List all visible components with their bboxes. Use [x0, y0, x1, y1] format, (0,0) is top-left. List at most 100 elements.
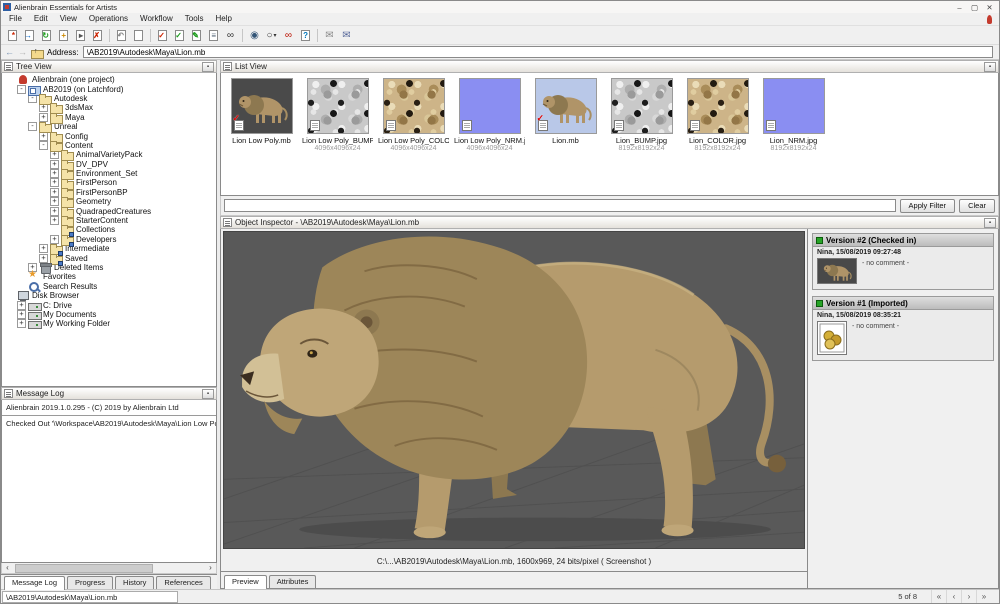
message-log-hscrollbar[interactable]: ‹ › — [1, 563, 217, 574]
edit-file-icon[interactable]: ✎ — [188, 27, 205, 43]
import-file-icon[interactable]: → — [21, 27, 38, 43]
tree-item-maya[interactable]: +Maya — [2, 113, 216, 122]
copy-file-icon[interactable]: ≡ — [205, 27, 222, 43]
new-file-icon[interactable]: * — [4, 27, 21, 43]
refresh-icon[interactable]: ↻ — [38, 27, 55, 43]
menu-workflow[interactable]: Workflow — [134, 13, 179, 25]
thumbnail-lion-bump-jpg[interactable]: Lion_BUMP.jpg8192x8192x24 — [606, 78, 677, 153]
tree-item-my-working-folder[interactable]: +My Working Folder — [2, 319, 216, 328]
expand-icon[interactable]: + — [50, 169, 59, 178]
tab-preview[interactable]: Preview — [224, 575, 267, 589]
close-button[interactable]: ✕ — [982, 2, 997, 13]
menu-view[interactable]: View — [54, 13, 83, 25]
tree-item-search-results[interactable]: Search Results — [2, 282, 216, 291]
maximize-button[interactable]: ▢ — [967, 2, 982, 13]
forward-icon[interactable]: → — [18, 46, 27, 58]
version-header[interactable]: Version #2 (Checked in) — [813, 234, 993, 247]
collapse-icon[interactable]: - — [39, 141, 48, 150]
tree-item-dv-dpv[interactable]: +DV_DPV — [2, 160, 216, 169]
expand-icon[interactable]: + — [17, 310, 26, 319]
clear-filter-button[interactable]: Clear — [959, 199, 995, 213]
tab-attributes[interactable]: Attributes — [269, 575, 317, 588]
thumbnail-lion-mb[interactable]: ✓Lion.mb — [530, 78, 601, 153]
expand-icon[interactable]: + — [50, 178, 59, 187]
next-page-button[interactable]: › — [961, 590, 976, 603]
view-eye-icon[interactable]: ◉ — [246, 27, 263, 43]
message-log-menu-button[interactable]: ▪ — [202, 389, 214, 399]
tree-item-firstpersonbp[interactable]: +FirstPersonBP — [2, 188, 216, 197]
tree-item-quadrapedcreatures[interactable]: +QuadrapedCreatures — [2, 206, 216, 215]
first-page-button[interactable]: « — [931, 590, 946, 603]
menu-operations[interactable]: Operations — [83, 13, 134, 25]
filter-input[interactable] — [224, 199, 896, 212]
mail-find-icon[interactable]: ✉ — [338, 27, 355, 43]
collapse-icon[interactable]: - — [17, 85, 26, 94]
tab-message-log[interactable]: Message Log — [4, 576, 65, 590]
check-in-icon[interactable]: ✓ — [171, 27, 188, 43]
expand-icon[interactable]: + — [39, 244, 48, 253]
tree-item-saved[interactable]: +Saved — [2, 253, 216, 262]
tree-item-firstperson[interactable]: +FirstPerson — [2, 178, 216, 187]
apply-filter-button[interactable]: Apply Filter — [900, 199, 956, 213]
prev-page-button[interactable]: ‹ — [946, 590, 961, 603]
help-doc-icon[interactable]: ? — [297, 27, 314, 43]
menu-file[interactable]: File — [3, 13, 28, 25]
menu-tools[interactable]: Tools — [179, 13, 210, 25]
thumbnail-lion-low-poly-bump[interactable]: Lion Low Poly_BUMP...4096x4096x24 — [302, 78, 373, 153]
expand-icon[interactable]: + — [50, 160, 59, 169]
blank-doc-icon[interactable] — [130, 27, 147, 43]
thumbnail-lion-low-poly-colo[interactable]: Lion Low Poly_COLO...4096x4096x24 — [378, 78, 449, 153]
version-thumbnail[interactable] — [817, 321, 847, 355]
expand-icon[interactable]: + — [50, 207, 59, 216]
tree-item-collections[interactable]: Collections — [2, 225, 216, 234]
menu-help[interactable]: Help — [209, 13, 237, 25]
tree-item-unreal[interactable]: -Unreal — [2, 122, 216, 131]
tree-item-intermediate[interactable]: +Intermediate — [2, 244, 216, 253]
zoom-magnifier-icon[interactable]: ○▾ — [263, 27, 280, 43]
tab-references[interactable]: References — [156, 576, 210, 589]
menu-edit[interactable]: Edit — [28, 13, 54, 25]
new-project-icon[interactable]: ▸ — [72, 27, 89, 43]
scrollbar-thumb[interactable] — [15, 564, 153, 573]
tree-item-environment-set[interactable]: +Environment_Set — [2, 169, 216, 178]
tree-item-content[interactable]: -Content — [2, 141, 216, 150]
version-thumbnail[interactable] — [817, 258, 857, 284]
collapse-icon[interactable]: - — [28, 122, 37, 131]
list-view-menu-button[interactable]: ▪ — [984, 62, 996, 72]
tree-item-geometry[interactable]: +Geometry — [2, 197, 216, 206]
tree-view-menu-button[interactable]: ▪ — [202, 62, 214, 72]
up-folder-icon[interactable] — [31, 48, 43, 57]
scroll-right-icon[interactable]: › — [205, 563, 216, 573]
expand-icon[interactable]: + — [50, 197, 59, 206]
expand-icon[interactable]: + — [17, 301, 26, 310]
thumbnail-lion-color-jpg[interactable]: Lion_COLOR.jpg8192x8192x24 — [682, 78, 753, 153]
tree-item-animalvarietypack[interactable]: +AnimalVarietyPack — [2, 150, 216, 159]
version-header[interactable]: Version #1 (Imported) — [813, 297, 993, 310]
scrollbar-track[interactable] — [13, 564, 205, 573]
new-folder-icon[interactable]: + — [55, 27, 72, 43]
expand-icon[interactable]: + — [17, 319, 26, 328]
address-input[interactable] — [83, 46, 993, 58]
undo-checkout-icon[interactable]: ↶ — [113, 27, 130, 43]
tree-item-ab2019-on-latchford[interactable]: -AB2019 (on Latchford) — [2, 84, 216, 93]
check-out-icon[interactable]: ✓ — [154, 27, 171, 43]
expand-icon[interactable]: + — [50, 216, 59, 225]
binoculars-find-icon[interactable]: ∞ — [222, 27, 239, 43]
thumbnail-lion-low-poly-nrm-j[interactable]: Lion Low Poly_NRM.j...4096x4096x24 — [454, 78, 525, 153]
mail-icon[interactable]: ✉ — [321, 27, 338, 43]
scroll-left-icon[interactable]: ‹ — [2, 563, 13, 573]
tab-progress[interactable]: Progress — [67, 576, 113, 589]
tree-item-config[interactable]: +Config — [2, 131, 216, 140]
thumbnail-lion-nrm-jpg[interactable]: Lion_NRM.jpg8192x8192x24 — [758, 78, 829, 153]
tree-item-developers[interactable]: +Developers — [2, 235, 216, 244]
expand-icon[interactable]: + — [50, 188, 59, 197]
find-checked-out-icon[interactable]: ∞ — [280, 27, 297, 43]
tab-history[interactable]: History — [115, 576, 154, 589]
object-inspector-menu-button[interactable]: ▪ — [984, 218, 996, 228]
delete-icon[interactable]: ✗ — [89, 27, 106, 43]
tree-item-startercontent[interactable]: +StarterContent — [2, 216, 216, 225]
back-icon[interactable]: ← — [5, 46, 14, 58]
minimize-button[interactable]: – — [952, 2, 967, 13]
last-page-button[interactable]: » — [976, 590, 991, 603]
tree-item-3dsmax[interactable]: +3dsMax — [2, 103, 216, 112]
